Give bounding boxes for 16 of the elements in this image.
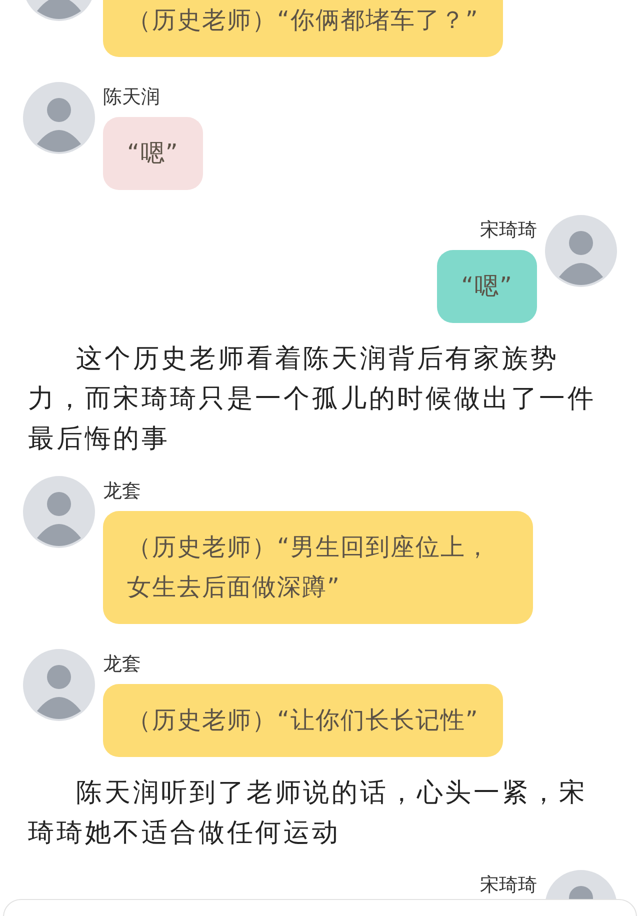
sender-name: 宋琦琦 bbox=[480, 873, 537, 897]
sender-name: 陈天润 bbox=[103, 85, 160, 109]
avatar-icon bbox=[23, 476, 95, 548]
avatar-icon bbox=[545, 215, 617, 287]
message-bubble: （历史老师）“男生回到座位上，女生去后面做深蹲” bbox=[103, 511, 533, 624]
avatar-icon bbox=[23, 649, 95, 721]
message-bubble: （历史老师）“你俩都堵车了？” bbox=[103, 0, 503, 57]
sender-name: 龙套 bbox=[103, 479, 141, 503]
sender-name: 龙套 bbox=[103, 652, 141, 676]
message-bubble: （历史老师）“让你们长长记性” bbox=[103, 684, 503, 757]
message-bubble: “嗯” bbox=[437, 250, 537, 323]
avatar-icon bbox=[23, 82, 95, 154]
story-paragraph: 这个历史老师看着陈天润背后有家族势力，而宋琦琦只是一个孤儿的时候做出了一件最后悔的事 bbox=[27, 343, 597, 456]
story-paragraph: 陈天润听到了老师说的话，心头一紧，宋琦琦她不适合做任何运动 bbox=[27, 777, 588, 850]
message-bubble: “嗯” bbox=[103, 117, 203, 190]
sender-name: 宋琦琦 bbox=[480, 218, 537, 242]
